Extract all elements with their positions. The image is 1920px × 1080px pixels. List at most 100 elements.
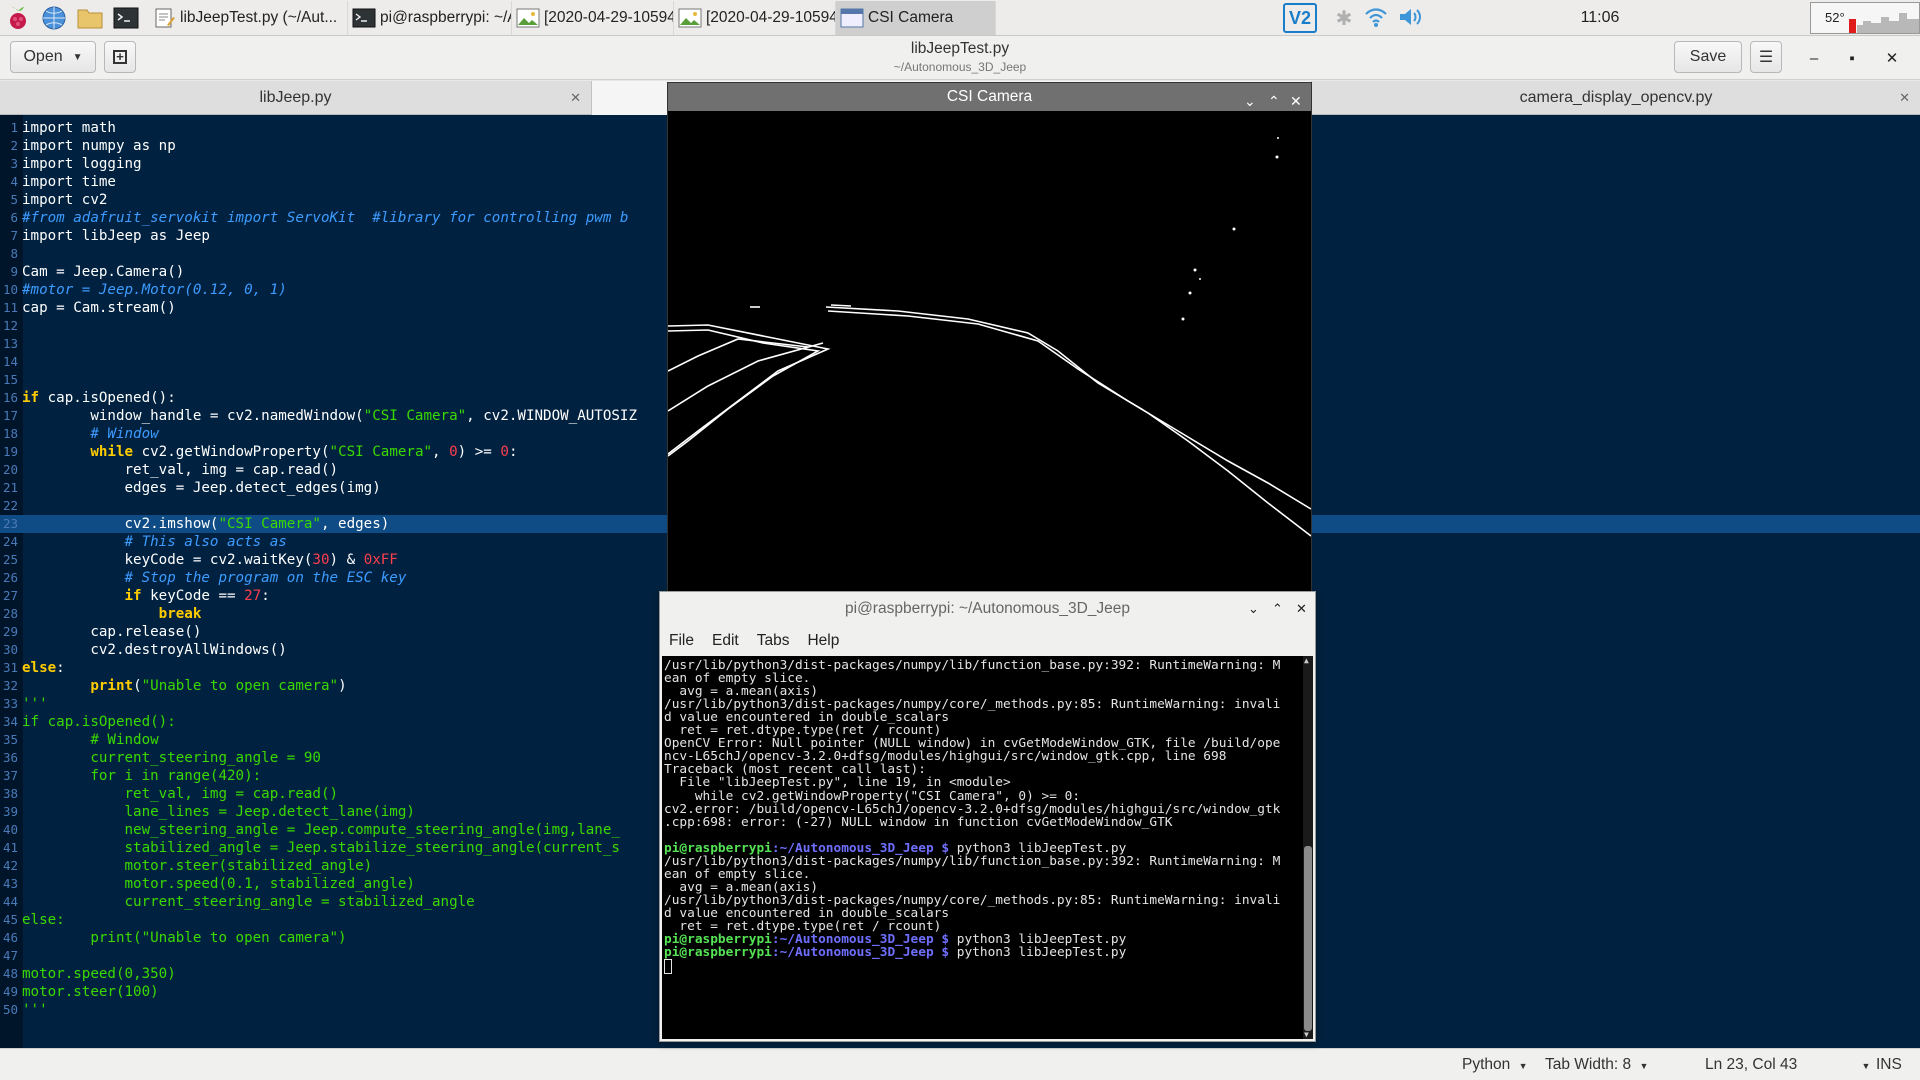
tab-width-selector[interactable]: Tab Width: 8 ▼ <box>1545 1056 1648 1074</box>
code-text: ''' <box>22 696 48 712</box>
close-icon[interactable]: ✕ <box>1878 44 1906 72</box>
line-number: 38 <box>2 786 18 801</box>
code-text: ret_val, img = cap.read() <box>22 786 339 802</box>
taskbar-item-label: libJeepTest.py (~/Aut... <box>180 8 338 26</box>
line-number: 17 <box>2 408 18 423</box>
taskbar-item[interactable]: CSI Camera <box>836 0 996 35</box>
line-number: 13 <box>2 336 18 351</box>
web-browser-icon[interactable] <box>36 1 72 35</box>
terminal-window[interactable]: pi@raspberrypi: ~/Autonomous_3D_Jeep ⌄ ⌃… <box>659 591 1316 1042</box>
line-number: 40 <box>2 822 18 837</box>
minimize-icon[interactable]: ⌄ <box>1248 601 1259 617</box>
line-number: 19 <box>2 444 18 459</box>
code-text: Cam = Jeep.Camera() <box>22 264 185 280</box>
close-icon[interactable]: ✕ <box>1296 601 1307 617</box>
code-text: if cap.isOpened(): <box>22 714 176 730</box>
camera-title: CSI Camera <box>946 88 1033 105</box>
scroll-up-icon[interactable]: ▲ <box>1304 656 1309 665</box>
terminal-launcher-icon[interactable] <box>108 1 144 35</box>
menu-file[interactable]: File <box>669 632 694 650</box>
raspberry-menu-icon[interactable] <box>0 1 36 35</box>
tab-label: camera_display_opencv.py <box>1519 89 1713 106</box>
scroll-down-icon[interactable]: ▼ <box>1304 1030 1309 1039</box>
file-manager-icon[interactable] <box>72 1 108 35</box>
menu-edit[interactable]: Edit <box>712 632 739 650</box>
menu-help[interactable]: Help <box>807 632 839 650</box>
language-label: Python <box>1462 1056 1511 1073</box>
save-button[interactable]: Save <box>1674 41 1742 73</box>
line-number: 9 <box>10 264 18 279</box>
cpu-temp-bar <box>1849 19 1856 33</box>
taskbar-item-label: [2020-04-29-105943_... <box>544 8 673 26</box>
tab-libjeep[interactable]: libJeep.py ✕ <box>0 81 592 115</box>
terminal-command-line: pi@raspberrypi:~/Autonomous_3D_Jeep $ py… <box>664 945 1126 961</box>
line-number: 10 <box>2 282 18 297</box>
code-text: cap = Cam.stream() <box>22 300 176 316</box>
clock[interactable]: 11:06 <box>1550 0 1650 36</box>
line-number: 41 <box>2 840 18 855</box>
code-text: print("Unable to open camera") <box>90 678 347 694</box>
line-number: 49 <box>2 984 18 999</box>
language-selector[interactable]: Python ▼ <box>1462 1056 1528 1074</box>
line-number: 39 <box>2 804 18 819</box>
code-text: # This also acts as <box>124 534 287 550</box>
cursor-position-label: Ln 23, Col 43 <box>1705 1056 1798 1073</box>
terminal-titlebar[interactable]: pi@raspberrypi: ~/Autonomous_3D_Jeep <box>660 592 1315 626</box>
taskbar-item-label: [2020-04-29-105943_... <box>706 8 835 26</box>
prompt-path: :~/Autonomous_3D_Jeep $ <box>771 945 957 961</box>
code-text: else: <box>22 660 65 676</box>
maximize-icon[interactable]: ▪ <box>1838 44 1866 72</box>
minimize-icon[interactable]: – <box>1800 44 1828 72</box>
close-tab-icon[interactable]: ✕ <box>1899 90 1910 106</box>
volume-icon[interactable] <box>1397 5 1427 32</box>
tab-camera-display[interactable]: camera_display_opencv.py ✕ <box>1312 81 1920 115</box>
line-number: 2 <box>10 138 18 153</box>
taskbar-item[interactable]: [2020-04-29-105943_... <box>512 0 674 35</box>
code-text: import libJeep as Jeep <box>22 228 210 244</box>
line-number: 29 <box>2 624 18 639</box>
scrollbar-thumb[interactable] <box>1304 846 1312 1031</box>
tab-label: libJeep.py <box>259 89 332 106</box>
camera-titlebar[interactable]: CSI Camera ⌄ ⌃ ✕ <box>668 83 1311 111</box>
hamburger-menu-button[interactable]: ☰ <box>1750 41 1782 73</box>
line-number: 15 <box>2 372 18 387</box>
terminal-text: .cpp:698: error: (-27) NULL window in fu… <box>664 814 1173 830</box>
terminal-output-line: .cpp:698: error: (-27) NULL window in fu… <box>664 815 1173 831</box>
terminal-title: pi@raspberrypi: ~/Autonomous_3D_Jeep <box>845 600 1130 617</box>
insert-mode[interactable]: INS <box>1876 1056 1902 1074</box>
taskbar-item[interactable]: libJeepTest.py (~/Aut... <box>148 0 348 35</box>
taskbar: libJeepTest.py (~/Aut... pi@raspberrypi: … <box>0 0 1920 36</box>
close-tab-icon[interactable]: ✕ <box>570 90 581 106</box>
bluetooth-icon[interactable]: ✱ <box>1329 6 1359 31</box>
statusbar: Python ▼ Tab Width: 8 ▼ Ln 23, Col 43 ▼ … <box>0 1048 1920 1080</box>
line-number: 20 <box>2 462 18 477</box>
line-number: 47 <box>2 948 18 963</box>
line-number: 28 <box>2 606 18 621</box>
code-text: import math <box>22 120 116 136</box>
taskbar-item[interactable]: [2020-04-29-105943_... <box>674 0 836 35</box>
code-text: stabilized_angle = Jeep.stabilize_steeri… <box>22 840 620 856</box>
menu-icon: ☰ <box>1758 49 1774 66</box>
cursor-position[interactable]: Ln 23, Col 43 ▼ <box>1705 1056 1870 1074</box>
line-number: 24 <box>2 534 18 549</box>
line-number: 50 <box>2 1002 18 1017</box>
code-text: motor.speed(0,350) <box>22 966 176 982</box>
cpu-monitor[interactable]: 52° <box>1810 2 1920 34</box>
line-number: 43 <box>2 876 18 891</box>
taskbar-item[interactable]: pi@raspberrypi: ~/Au... <box>348 0 512 35</box>
vnc-icon[interactable]: V2 <box>1283 3 1317 33</box>
code-text: #motor = Jeep.Motor(0.12, 0, 1) <box>22 282 287 298</box>
terminal-scrollbar[interactable]: ▲ ▼ <box>1303 656 1313 1039</box>
maximize-icon[interactable]: ⌃ <box>1272 601 1283 617</box>
terminal-menubar: File Edit Tabs Help <box>660 626 1315 656</box>
line-number: 11 <box>2 300 18 315</box>
line-number: 14 <box>2 354 18 369</box>
code-text: import cv2 <box>22 192 108 208</box>
save-label: Save <box>1689 48 1727 65</box>
code-text: window_handle = cv2.namedWindow("CSI Cam… <box>22 408 638 424</box>
wifi-icon[interactable] <box>1363 5 1393 32</box>
line-number: 23 <box>2 516 18 531</box>
terminal-output[interactable]: /usr/lib/python3/dist-packages/numpy/lib… <box>662 656 1313 1039</box>
menu-tabs[interactable]: Tabs <box>757 632 790 650</box>
camera-window[interactable]: CSI Camera ⌄ ⌃ ✕ <box>667 82 1312 592</box>
